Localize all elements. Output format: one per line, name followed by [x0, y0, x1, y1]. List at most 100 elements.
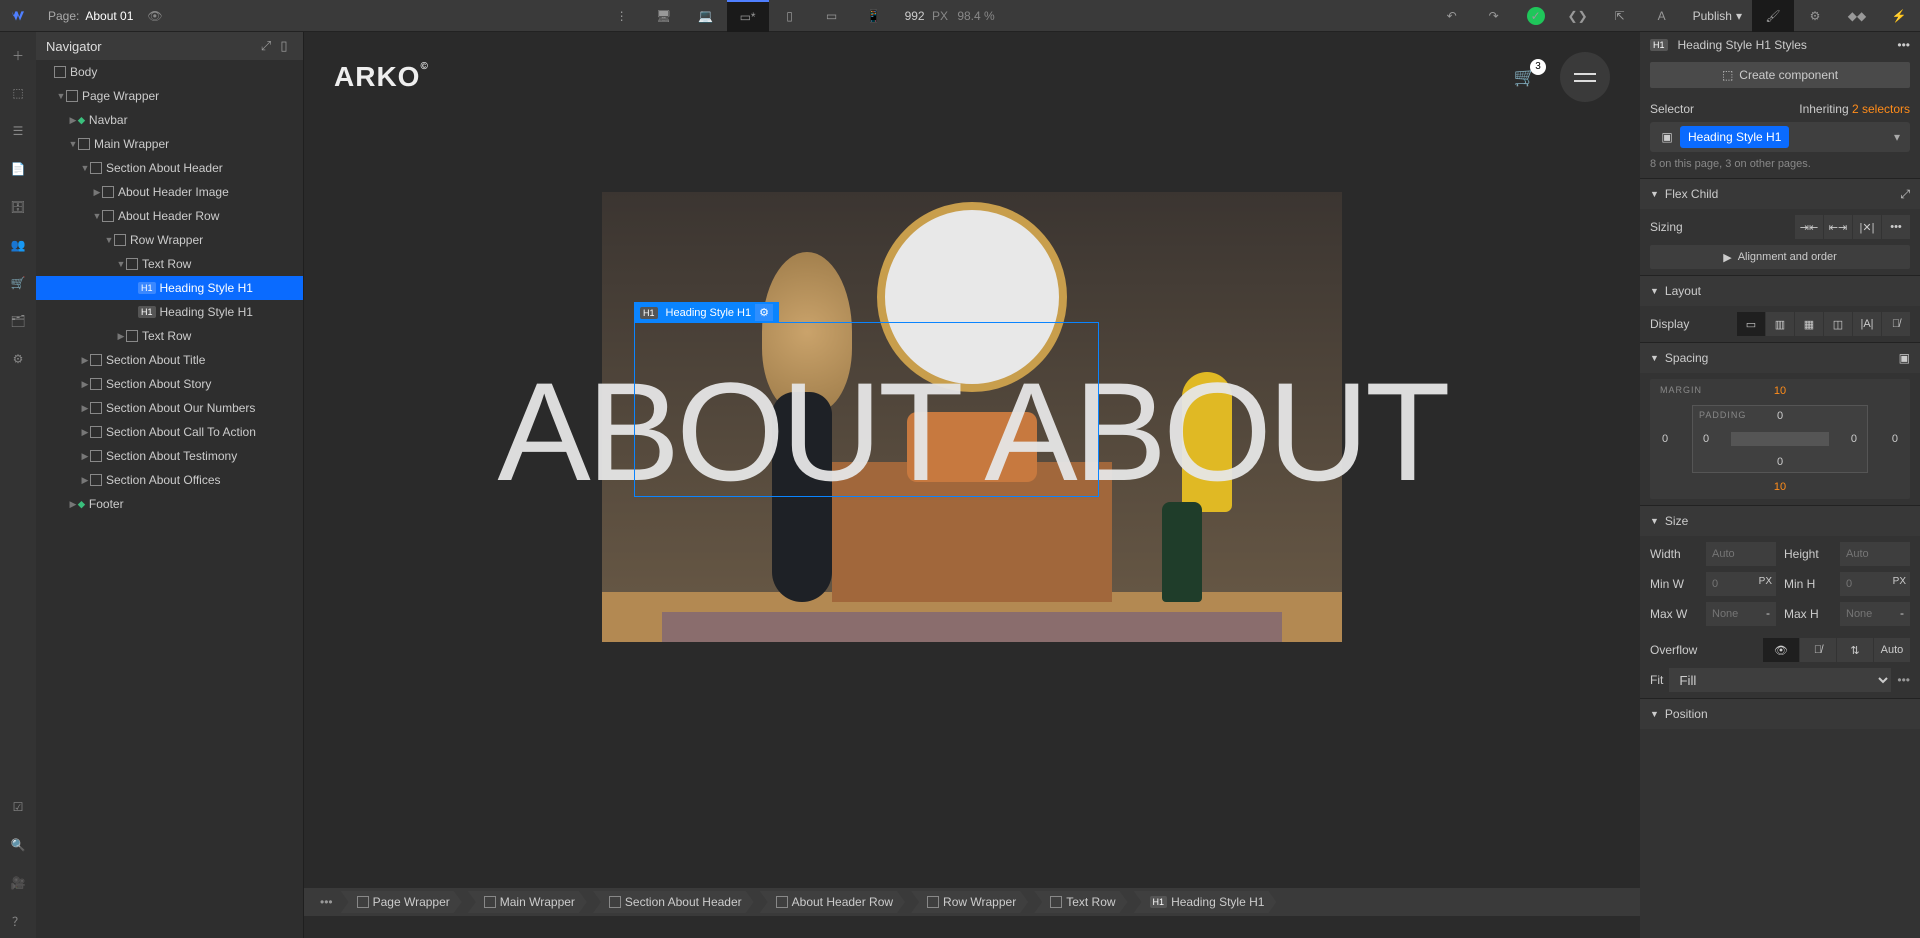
publish-button[interactable]: Publish▾: [1683, 9, 1752, 23]
more-icon[interactable]: •••: [1897, 38, 1910, 52]
collapse-icon[interactable]: ⤢: [257, 38, 275, 54]
inheriting-label[interactable]: Inheriting 2 selectors: [1799, 102, 1910, 116]
add-element-icon[interactable]: ＋: [4, 38, 32, 72]
overflow-hidden-icon[interactable]: 👁̸: [1800, 638, 1836, 662]
tree-row[interactable]: About Header Row: [36, 204, 303, 228]
breakpoint-lg-icon[interactable]: 💻: [685, 0, 727, 32]
twisty-icon[interactable]: [80, 451, 90, 462]
padding-bottom[interactable]: 0: [1777, 456, 1783, 468]
tree-row[interactable]: Page Wrapper: [36, 84, 303, 108]
twisty-icon[interactable]: [116, 259, 126, 269]
cart-button[interactable]: 🛒3: [1514, 67, 1536, 88]
navigator-icon[interactable]: ☰: [4, 114, 32, 148]
sizing-more-icon[interactable]: •••: [1882, 215, 1910, 239]
breakpoint-tablet-icon[interactable]: ▯: [769, 0, 811, 32]
twisty-icon[interactable]: [104, 235, 114, 245]
twisty-icon[interactable]: [68, 139, 78, 149]
sizing-none-icon[interactable]: |✕|: [1853, 215, 1881, 239]
twisty-icon[interactable]: [80, 427, 90, 438]
tree-row[interactable]: Section About Offices: [36, 468, 303, 492]
canvas-width[interactable]: 992 PX 98.4 %: [895, 9, 1005, 23]
font-icon[interactable]: A: [1641, 0, 1683, 32]
height-input[interactable]: [1840, 542, 1910, 566]
status-ok-icon[interactable]: ✓: [1515, 0, 1557, 32]
spacing-expand-icon[interactable]: ▣: [1899, 351, 1910, 365]
overflow-scroll-icon[interactable]: ⇅: [1837, 638, 1873, 662]
assets-icon[interactable]: 🗂: [4, 304, 32, 338]
sizing-shrink-icon[interactable]: ⇥⇤: [1795, 215, 1823, 239]
tree-row[interactable]: Section About Testimony: [36, 444, 303, 468]
gear-icon[interactable]: ⚙: [755, 304, 773, 321]
twisty-icon[interactable]: [80, 355, 90, 366]
tree-row[interactable]: Section About Header: [36, 156, 303, 180]
margin-bottom[interactable]: 10: [1774, 481, 1786, 493]
tree-row[interactable]: Text Row: [36, 324, 303, 348]
padding-left[interactable]: 0: [1703, 433, 1709, 445]
breakpoint-xl-icon[interactable]: 🖥: [643, 0, 685, 32]
project-settings-icon[interactable]: ⚙: [4, 342, 32, 376]
twisty-icon[interactable]: [80, 379, 90, 390]
breakpoint-md-icon[interactable]: ▭*: [727, 0, 769, 32]
pin-icon[interactable]: ▯: [275, 38, 293, 54]
minh-input[interactable]: [1840, 572, 1889, 596]
display-flex-icon[interactable]: ▥: [1766, 312, 1794, 336]
display-segmented[interactable]: ▭ ▥ ▦ ◫ |A| 👁̸: [1737, 312, 1910, 336]
breadcrumb-more-icon[interactable]: •••: [312, 895, 341, 909]
interactions-panel-icon[interactable]: ◆◆: [1836, 0, 1878, 32]
twisty-icon[interactable]: [92, 211, 102, 221]
tree-row[interactable]: Body: [36, 60, 303, 84]
breadcrumb-item[interactable]: Page Wrapper: [341, 891, 462, 913]
breadcrumb-item[interactable]: Row Wrapper: [911, 891, 1028, 913]
overflow-visible-icon[interactable]: 👁: [1763, 638, 1799, 662]
breadcrumb-item[interactable]: Text Row: [1034, 891, 1127, 913]
fit-select[interactable]: Fill: [1669, 668, 1891, 692]
display-inline-icon[interactable]: |A|: [1853, 312, 1881, 336]
tree-row[interactable]: Section About Our Numbers: [36, 396, 303, 420]
cms-icon[interactable]: 🗄: [4, 190, 32, 224]
search-icon[interactable]: 🔍: [4, 828, 32, 862]
audit-icon[interactable]: ☑: [4, 790, 32, 824]
maxh-input[interactable]: [1840, 602, 1894, 626]
position-section[interactable]: ▼Position: [1640, 699, 1920, 729]
alignment-order-button[interactable]: ▶Alignment and order: [1650, 245, 1910, 269]
padding-top[interactable]: 0: [1777, 410, 1783, 422]
twisty-icon[interactable]: [56, 91, 66, 101]
tree-row[interactable]: Main Wrapper: [36, 132, 303, 156]
layout-section[interactable]: ▼Layout: [1640, 276, 1920, 306]
code-icon[interactable]: ❮❯: [1557, 0, 1599, 32]
tree-row[interactable]: Section About Story: [36, 372, 303, 396]
style-panel-icon[interactable]: 🖌: [1752, 0, 1794, 32]
pages-icon[interactable]: 📄: [4, 152, 32, 186]
selection-tag[interactable]: H1 Heading Style H1 ⚙: [634, 302, 779, 323]
display-block-icon[interactable]: ▭: [1737, 312, 1765, 336]
twisty-icon[interactable]: [116, 331, 126, 342]
preview-icon[interactable]: 👁: [147, 9, 162, 23]
display-inlineblock-icon[interactable]: ◫: [1824, 312, 1852, 336]
users-icon[interactable]: 👥: [4, 228, 32, 262]
canvas-stage[interactable]: ARKO© 🛒3 ABOUT ABOUT H1 Heading Style H1…: [304, 32, 1640, 888]
margin-left[interactable]: 0: [1662, 433, 1668, 445]
display-grid-icon[interactable]: ▦: [1795, 312, 1823, 336]
overflow-segmented[interactable]: 👁 👁̸ ⇅ Auto: [1763, 638, 1910, 662]
twisty-icon[interactable]: [80, 475, 90, 486]
brand-logo[interactable]: ARKO©: [334, 61, 429, 93]
tree-row[interactable]: Text Row: [36, 252, 303, 276]
breadcrumb-item[interactable]: Section About Header: [593, 891, 754, 913]
display-none-icon[interactable]: 👁̸: [1882, 312, 1910, 336]
chevron-down-icon[interactable]: ▾: [1888, 130, 1906, 144]
breadcrumb-item[interactable]: Main Wrapper: [468, 891, 587, 913]
width-input[interactable]: [1706, 542, 1776, 566]
breadcrumb-item[interactable]: H1Heading Style H1: [1134, 891, 1277, 913]
tree-row[interactable]: ◆Footer: [36, 492, 303, 516]
tree-row[interactable]: Section About Call To Action: [36, 420, 303, 444]
breakpoint-mobile-icon[interactable]: 📱: [853, 0, 895, 32]
tree-row[interactable]: Section About Title: [36, 348, 303, 372]
create-component-button[interactable]: ⬚ Create component: [1650, 62, 1910, 88]
effects-panel-icon[interactable]: ⚡: [1878, 0, 1920, 32]
twisty-icon[interactable]: [92, 187, 102, 198]
tree-row[interactable]: About Header Image: [36, 180, 303, 204]
settings-panel-icon[interactable]: ⚙: [1794, 0, 1836, 32]
minw-input[interactable]: [1706, 572, 1755, 596]
breakpoint-mobile-landscape-icon[interactable]: ▭: [811, 0, 853, 32]
twisty-icon[interactable]: [68, 499, 78, 510]
